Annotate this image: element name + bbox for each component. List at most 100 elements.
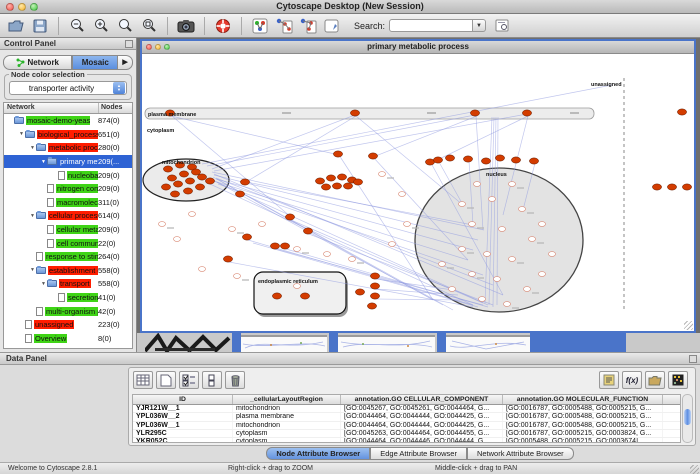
- graph-node[interactable]: [667, 184, 676, 190]
- graph-node-small[interactable]: [294, 247, 301, 252]
- graph-node-small[interactable]: [234, 274, 241, 279]
- graph-node[interactable]: [355, 289, 364, 295]
- zoom-selected-button[interactable]: [113, 16, 137, 36]
- graph-node-small[interactable]: [539, 222, 546, 227]
- import-attributes-button[interactable]: [645, 371, 665, 389]
- graph-node[interactable]: [285, 214, 294, 220]
- graph-node-small[interactable]: [484, 252, 491, 257]
- layout-b-button[interactable]: [296, 16, 320, 36]
- graph-edge[interactable]: [202, 85, 612, 164]
- snapshot-button[interactable]: [174, 16, 198, 36]
- table-row[interactable]: YPL036W__1mitochondrion[GO:0044464, GO:0…: [133, 422, 680, 430]
- tab-mosaic[interactable]: Mosaic: [72, 55, 118, 70]
- graph-node[interactable]: [272, 293, 281, 299]
- scrollbar-thumb[interactable]: [684, 409, 691, 425]
- select-attributes-button[interactable]: [179, 371, 199, 389]
- graph-node[interactable]: [315, 178, 324, 184]
- graph-node[interactable]: [223, 256, 232, 262]
- tab-network-attribute-browser[interactable]: Network Attribute Browser: [467, 447, 574, 460]
- graph-node[interactable]: [179, 171, 188, 177]
- graph-node[interactable]: [270, 243, 279, 249]
- nucleus-region[interactable]: [415, 168, 583, 312]
- graph-node-small[interactable]: [549, 252, 556, 257]
- graph-edge[interactable]: [373, 116, 477, 157]
- graph-node[interactable]: [337, 174, 346, 180]
- save-session-button[interactable]: [28, 16, 52, 36]
- search-input[interactable]: [389, 19, 473, 32]
- disclosure-triangle-icon[interactable]: ▼: [40, 281, 47, 287]
- graph-node[interactable]: [195, 184, 204, 190]
- graph-node-small[interactable]: [539, 272, 546, 277]
- tree-row[interactable]: secretion41(0): [4, 291, 132, 305]
- open-session-button[interactable]: [4, 16, 28, 36]
- graph-node[interactable]: [511, 157, 520, 163]
- graph-node[interactable]: [170, 191, 179, 197]
- new-attribute-button[interactable]: [156, 371, 176, 389]
- unselect-attributes-button[interactable]: [202, 371, 222, 389]
- graph-node-small[interactable]: [504, 302, 511, 307]
- graph-node-small[interactable]: [524, 287, 531, 292]
- graph-node[interactable]: [522, 110, 531, 116]
- graph-edge[interactable]: [431, 116, 528, 163]
- graph-node-small[interactable]: [189, 212, 196, 217]
- tree-row[interactable]: ▼biological_process651(0): [4, 128, 132, 142]
- tree-row[interactable]: mosaic-demo-yeast874(0): [4, 114, 132, 128]
- graph-node-small[interactable]: [229, 227, 236, 232]
- tab-overflow-button[interactable]: ▶: [118, 55, 133, 70]
- graph-node[interactable]: [470, 110, 479, 116]
- graph-node-small[interactable]: [509, 182, 516, 187]
- graph-node[interactable]: [326, 175, 335, 181]
- graph-node-small[interactable]: [159, 222, 166, 227]
- table-row[interactable]: YPL036W__2plasma membrane[GO:0044464, GO…: [133, 413, 680, 421]
- tree-row[interactable]: ▼establishment of lo558(0): [4, 264, 132, 278]
- float-panel-icon[interactable]: [125, 40, 133, 48]
- graph-node[interactable]: [185, 178, 194, 184]
- tab-edge-attribute-browser[interactable]: Edge Attribute Browser: [370, 447, 467, 460]
- graph-node-small[interactable]: [404, 222, 411, 227]
- graph-node-small[interactable]: [459, 202, 466, 207]
- graph-node-small[interactable]: [519, 207, 526, 212]
- graph-node-small[interactable]: [459, 247, 466, 252]
- table-scrollbar[interactable]: [682, 394, 693, 443]
- tree-row[interactable]: ▼primary metabolic209(...: [4, 155, 132, 169]
- graph-node-small[interactable]: [474, 182, 481, 187]
- graph-node[interactable]: [343, 183, 352, 189]
- graph-node[interactable]: [183, 188, 192, 194]
- zoom-out-button[interactable]: [65, 16, 89, 36]
- disclosure-triangle-icon[interactable]: ▼: [18, 131, 25, 137]
- annotation-button[interactable]: [320, 16, 344, 36]
- graph-node-small[interactable]: [499, 227, 506, 232]
- graph-node[interactable]: [677, 109, 686, 115]
- graph-node[interactable]: [481, 158, 490, 164]
- vizmapper-button[interactable]: [248, 16, 272, 36]
- tree-row[interactable]: unassigned223(0): [4, 318, 132, 332]
- graph-node-small[interactable]: [379, 172, 386, 177]
- tree-row[interactable]: macromolecule311(0): [4, 196, 132, 210]
- tab-node-attribute-browser[interactable]: Node Attribute Browser: [266, 447, 370, 460]
- graph-node-small[interactable]: [489, 197, 496, 202]
- graph-node[interactable]: [242, 234, 251, 240]
- table-column-header[interactable]: annotation.GO MOLECULAR_FUNCTION: [503, 395, 663, 404]
- tree-row[interactable]: nitrogen compo209(0): [4, 182, 132, 196]
- graph-node[interactable]: [173, 181, 182, 187]
- graph-node[interactable]: [167, 175, 176, 181]
- graph-node-small[interactable]: [324, 252, 331, 257]
- function-builder-button[interactable]: f(x): [622, 371, 642, 389]
- table-column-header[interactable]: annotation.GO CELLULAR_COMPONENT: [341, 395, 503, 404]
- graph-node-small[interactable]: [349, 257, 356, 262]
- graph-node-small[interactable]: [494, 277, 501, 282]
- table-column-header[interactable]: _cellularLayoutRegion: [233, 395, 341, 404]
- graph-node[interactable]: [350, 110, 359, 116]
- disclosure-triangle-icon[interactable]: ▼: [29, 213, 36, 219]
- graph-node[interactable]: [368, 153, 377, 159]
- graph-node[interactable]: [463, 156, 472, 162]
- table-row[interactable]: YKR052Ccytoplasm[GO:0044464, GO:0044446,…: [133, 438, 680, 443]
- graph-node[interactable]: [370, 293, 379, 299]
- graph-node[interactable]: [321, 184, 330, 190]
- network-window-titlebar[interactable]: primary metabolic process: [142, 41, 694, 54]
- disclosure-triangle-icon[interactable]: ▼: [29, 145, 36, 151]
- delete-attribute-button[interactable]: [225, 371, 245, 389]
- disclosure-triangle-icon[interactable]: ▼: [40, 159, 47, 165]
- notes-button[interactable]: [599, 371, 619, 389]
- graph-node-small[interactable]: [529, 237, 536, 242]
